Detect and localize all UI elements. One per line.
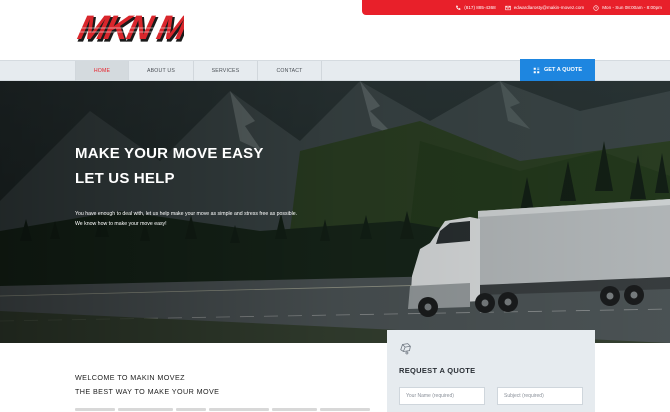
email-text: edwardlarosty@makin-movez.com bbox=[513, 5, 585, 10]
welcome-body-text bbox=[75, 408, 375, 412]
email-icon bbox=[505, 5, 511, 10]
contact-bar: (817) 885-4368 edwardlarosty@makin-movez… bbox=[362, 0, 670, 15]
nav-item-home[interactable]: HOME bbox=[75, 61, 129, 81]
hero-banner: MAKE YOUR MOVE EASY LET US HELP You have… bbox=[0, 81, 670, 343]
form-title: REQUEST A QUOTE bbox=[399, 366, 476, 375]
phone-text: (817) 885-4368 bbox=[464, 5, 496, 10]
subject-field[interactable] bbox=[497, 387, 583, 405]
nav-item-label: SERVICES bbox=[211, 68, 240, 74]
hero-title-line1: MAKE YOUR MOVE EASY bbox=[75, 145, 264, 162]
contact-hours: Mon - Sun 08:00am - 8:00pm bbox=[593, 4, 662, 11]
get-a-quote-label: GET A QUOTE bbox=[543, 67, 583, 73]
nav-item-label: ABOUT US bbox=[146, 68, 176, 74]
nav-item-label: HOME bbox=[93, 68, 111, 74]
welcome-subheading: THE BEST WAY TO MAKE YOUR MOVE bbox=[75, 387, 220, 396]
contact-phone[interactable]: (817) 885-4368 bbox=[455, 5, 496, 11]
request-quote-form: REQUEST A QUOTE bbox=[387, 330, 595, 412]
get-a-quote-button[interactable]: GET A QUOTE bbox=[520, 59, 595, 81]
name-field[interactable] bbox=[399, 387, 485, 405]
truck-sketch-icon bbox=[400, 343, 411, 355]
clock-icon bbox=[593, 4, 599, 11]
nav-item-about-us[interactable]: ABOUT US bbox=[129, 61, 194, 81]
hours-text: Mon - Sun 08:00am - 8:00pm bbox=[602, 5, 662, 10]
calculator-icon bbox=[533, 67, 540, 73]
contact-email[interactable]: edwardlarosty@makin-movez.com bbox=[505, 5, 585, 11]
phone-icon bbox=[456, 5, 461, 10]
nav-item-services[interactable]: SERVICES bbox=[194, 61, 258, 81]
logo[interactable]: MKN MVZ MKN MVZ bbox=[72, 8, 184, 50]
hero-text-line2: We know how to make your move easy! bbox=[75, 221, 167, 227]
hero-text-line1: You have enough to deal with, let us hel… bbox=[75, 211, 298, 217]
hero-title-line2: LET US HELP bbox=[75, 170, 175, 187]
welcome-heading: WELCOME TO MAKIN MOVEZ bbox=[75, 373, 185, 382]
nav-item-contact[interactable]: CONTACT bbox=[258, 61, 322, 81]
nav-item-label: CONTACT bbox=[276, 68, 303, 74]
